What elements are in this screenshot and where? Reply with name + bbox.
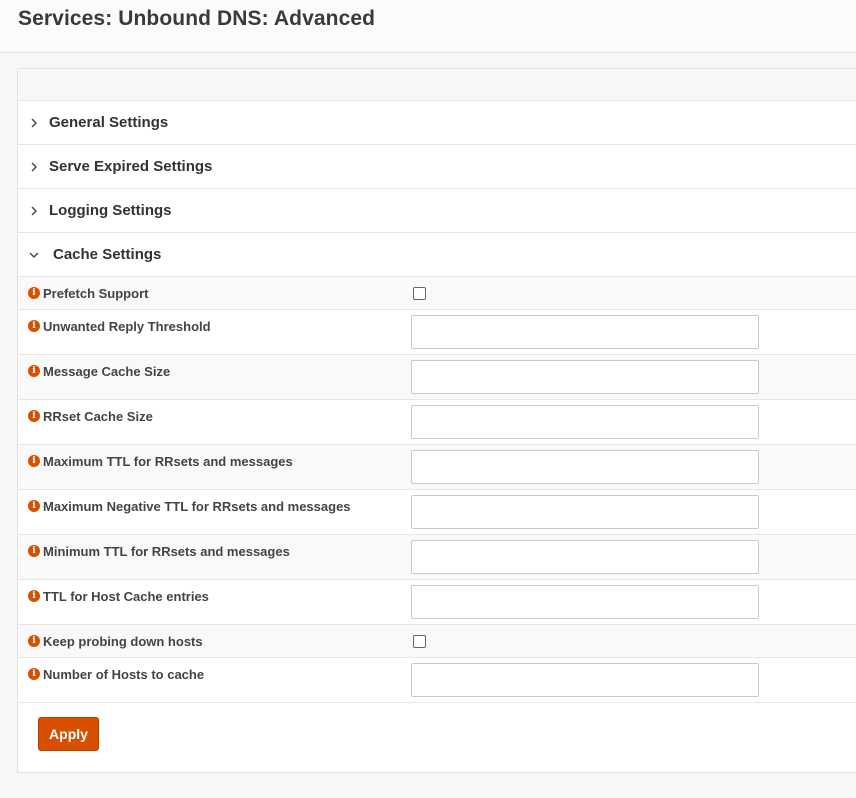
chevron-down-icon [28,249,40,261]
section-logging-settings[interactable]: Logging Settings [18,189,856,233]
field-label: Keep probing down hosts [43,634,203,649]
field-label: Maximum Negative TTL for RRsets and mess… [43,499,351,514]
field-label-cell: i Maximum TTL for RRsets and messages [18,445,411,489]
field-label: Message Cache Size [43,364,171,379]
field-label-cell: i Message Cache Size [18,355,411,399]
field-row-unwanted-reply-threshold: i Unwanted Reply Threshold [18,310,856,355]
section-cache-settings[interactable]: Cache Settings [18,233,856,277]
field-row-hosts-to-cache: i Number of Hosts to cache [18,658,856,703]
field-row-max-negative-ttl: i Maximum Negative TTL for RRsets and me… [18,490,856,535]
chevron-right-icon [28,205,40,217]
min-ttl-input[interactable] [411,540,759,574]
field-control [411,580,759,624]
field-label: TTL for Host Cache entries [43,589,209,604]
field-label: Number of Hosts to cache [43,667,205,682]
page-title: Services: Unbound DNS: Advanced [18,7,376,30]
unwanted-reply-threshold-input[interactable] [411,315,759,349]
max-ttl-input[interactable] [411,450,759,484]
field-row-prefetch-support: i Prefetch Support [18,277,856,310]
section-title: Serve Expired Settings [49,158,213,175]
field-row-max-ttl: i Maximum TTL for RRsets and messages [18,445,856,490]
apply-button[interactable]: Apply [38,717,99,751]
info-circle-icon[interactable]: i [28,320,40,332]
field-label-cell: i Keep probing down hosts [18,625,411,657]
field-row-min-ttl: i Minimum TTL for RRsets and messages [18,535,856,580]
field-row-rrset-cache-size: i RRset Cache Size [18,400,856,445]
field-label-cell: i Minimum TTL for RRsets and messages [18,535,411,579]
field-label: RRset Cache Size [43,409,153,424]
hosts-to-cache-input[interactable] [411,663,759,697]
info-circle-icon[interactable]: i [28,287,40,299]
section-serve-expired-settings[interactable]: Serve Expired Settings [18,145,856,189]
field-label: Maximum TTL for RRsets and messages [43,454,293,469]
field-control [411,400,759,444]
info-circle-icon[interactable]: i [28,455,40,467]
max-negative-ttl-input[interactable] [411,495,759,529]
settings-panel: General Settings Serve Expired Settings … [17,68,856,773]
field-control [411,535,759,579]
field-control [411,355,759,399]
section-title: Logging Settings [49,202,172,219]
field-control [411,310,759,354]
field-row-keep-probing: i Keep probing down hosts [18,625,856,658]
message-cache-size-input[interactable] [411,360,759,394]
info-circle-icon[interactable]: i [28,365,40,377]
field-label-cell: i Prefetch Support [18,277,411,309]
rrset-cache-size-input[interactable] [411,405,759,439]
host-cache-ttl-input[interactable] [411,585,759,619]
field-label: Minimum TTL for RRsets and messages [43,544,290,559]
field-label-cell: i RRset Cache Size [18,400,411,444]
field-label-cell: i Maximum Negative TTL for RRsets and me… [18,490,411,534]
info-circle-icon[interactable]: i [28,635,40,647]
chevron-right-icon [28,117,40,129]
page-header: Services: Unbound DNS: Advanced [0,0,856,53]
keep-probing-checkbox[interactable] [413,635,426,648]
field-label-cell: i Number of Hosts to cache [18,658,411,702]
section-general-settings[interactable]: General Settings [18,101,856,145]
field-label-cell: i TTL for Host Cache entries [18,580,411,624]
field-control [411,445,759,489]
info-circle-icon[interactable]: i [28,668,40,680]
field-control [411,658,759,702]
section-title: General Settings [49,114,169,131]
field-row-message-cache-size: i Message Cache Size [18,355,856,400]
chevron-right-icon [28,161,40,173]
field-row-host-cache-ttl: i TTL for Host Cache entries [18,580,856,625]
info-circle-icon[interactable]: i [28,590,40,602]
prefetch-support-checkbox[interactable] [413,287,426,300]
field-label: Unwanted Reply Threshold [43,319,211,334]
field-control [411,490,759,534]
field-label-cell: i Unwanted Reply Threshold [18,310,411,354]
info-circle-icon[interactable]: i [28,545,40,557]
section-title: Cache Settings [53,246,162,263]
info-circle-icon[interactable]: i [28,410,40,422]
info-circle-icon[interactable]: i [28,500,40,512]
panel-topbar [18,69,856,101]
field-control [411,277,426,309]
field-control [411,625,426,657]
field-label: Prefetch Support [43,286,149,301]
